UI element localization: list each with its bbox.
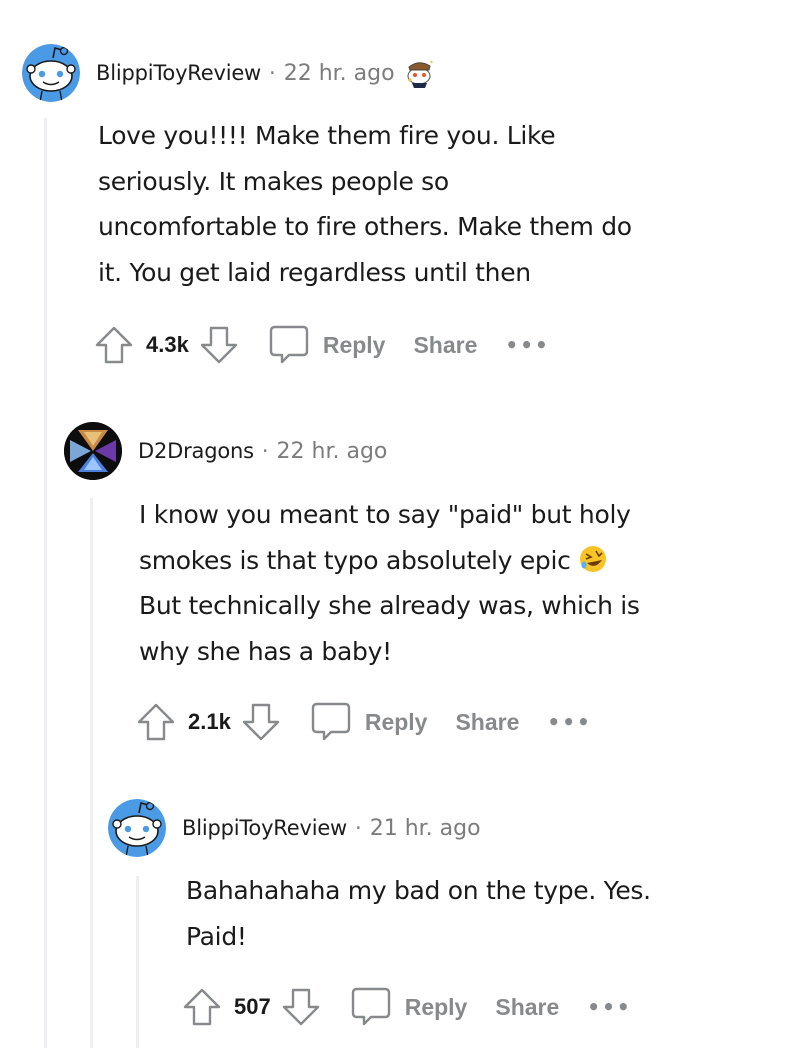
- comment-text-line: Paid!: [186, 921, 247, 951]
- comment-bubble-icon: [311, 702, 351, 741]
- timestamp[interactable]: 22 hr. ago: [284, 61, 395, 86]
- upvote-button[interactable]: [182, 987, 222, 1027]
- avatar[interactable]: [108, 799, 166, 857]
- downvote-arrow-icon: [200, 326, 238, 364]
- thread-line-level-1[interactable]: [44, 118, 47, 1048]
- comment-text-line: Love you!!!! Make them fire you. Like: [98, 121, 556, 150]
- upvote-button[interactable]: [94, 325, 134, 365]
- downvote-button[interactable]: [241, 702, 281, 742]
- upvote-arrow-icon: [183, 988, 221, 1026]
- timestamp[interactable]: 22 hr. ago: [277, 439, 388, 464]
- downvote-arrow-icon: [242, 703, 280, 741]
- vote-count: 507: [234, 994, 271, 1019]
- downvote-button[interactable]: [199, 325, 239, 365]
- snoo-avatar-icon: [108, 799, 166, 857]
- comment-header: D2Dragons · 22 hr. ago: [64, 422, 387, 480]
- vote-count: 2.1k: [188, 709, 231, 734]
- username[interactable]: BlippiToyReview: [182, 816, 347, 840]
- share-button[interactable]: Share: [413, 332, 477, 359]
- separator: ·: [261, 439, 269, 463]
- timestamp[interactable]: 21 hr. ago: [370, 816, 481, 841]
- share-button[interactable]: Share: [455, 709, 519, 736]
- username[interactable]: BlippiToyReview: [96, 61, 261, 85]
- reply-label: Reply: [404, 993, 468, 1020]
- comment-header: BlippiToyReview · 22 hr. ago: [22, 44, 437, 102]
- snoovatar-icon: [407, 60, 433, 88]
- avatar[interactable]: [22, 44, 80, 102]
- comment-text-line: why she has a baby!: [139, 636, 392, 666]
- more-options-button[interactable]: •••: [587, 995, 631, 1019]
- comment-text-line: But technically she already was, which i…: [139, 591, 640, 620]
- username[interactable]: D2Dragons: [138, 439, 254, 463]
- more-options-button[interactable]: •••: [547, 710, 591, 734]
- avatar[interactable]: [64, 422, 122, 480]
- comment-actions: 507 Reply Share •••: [182, 986, 632, 1028]
- comment-text-line: seriously. It makes people so: [98, 166, 449, 196]
- elemental-hexagon-avatar-icon: [64, 422, 122, 480]
- snoo-avatar-icon: [22, 44, 80, 102]
- upvote-arrow-icon: [95, 326, 133, 364]
- more-options-button[interactable]: •••: [505, 333, 549, 357]
- share-button[interactable]: Share: [495, 994, 559, 1021]
- reply-button[interactable]: Reply: [269, 324, 386, 366]
- vote-count: 4.3k: [146, 332, 189, 357]
- comment-header: BlippiToyReview · 21 hr. ago: [108, 799, 481, 857]
- separator: ·: [269, 61, 276, 85]
- upvote-arrow-icon: [137, 703, 175, 741]
- comment-actions: 4.3k Reply Share •••: [94, 324, 550, 366]
- comment-text-line: uncomfortable to fire others. Make them …: [98, 212, 632, 241]
- downvote-button[interactable]: [281, 987, 321, 1027]
- comment-actions: 2.1k Reply Share •••: [136, 701, 592, 743]
- comment-text-line: it. You get laid regardless until then: [98, 257, 531, 287]
- downvote-arrow-icon: [282, 988, 319, 1026]
- reply-button[interactable]: Reply: [311, 701, 428, 743]
- comment-text-line: I know you meant to say "paid" but holy: [139, 500, 631, 529]
- upvote-button[interactable]: [136, 702, 176, 742]
- thread-line-level-2[interactable]: [90, 498, 93, 1048]
- comment-text-line: Bahahahaha my bad on the type. Yes.: [186, 876, 651, 905]
- comment-body: I know you meant to say "paid" but holy …: [139, 492, 640, 674]
- separator: ·: [355, 816, 362, 840]
- rolling-on-floor-laughing-emoji-icon: [580, 545, 607, 572]
- comment-bubble-icon: [269, 325, 309, 364]
- reply-label: Reply: [364, 708, 428, 735]
- comment-body: Bahahahaha my bad on the type. Yes. Paid…: [186, 868, 651, 959]
- comment-bubble-icon: [351, 987, 390, 1026]
- reply-button[interactable]: Reply: [351, 986, 468, 1028]
- comment-body: Love you!!!! Make them fire you. Like se…: [98, 113, 632, 295]
- comment-text-line: smokes is that typo absolutely epic: [139, 545, 571, 575]
- thread-line-level-3[interactable]: [136, 876, 139, 1048]
- reply-label: Reply: [322, 331, 386, 358]
